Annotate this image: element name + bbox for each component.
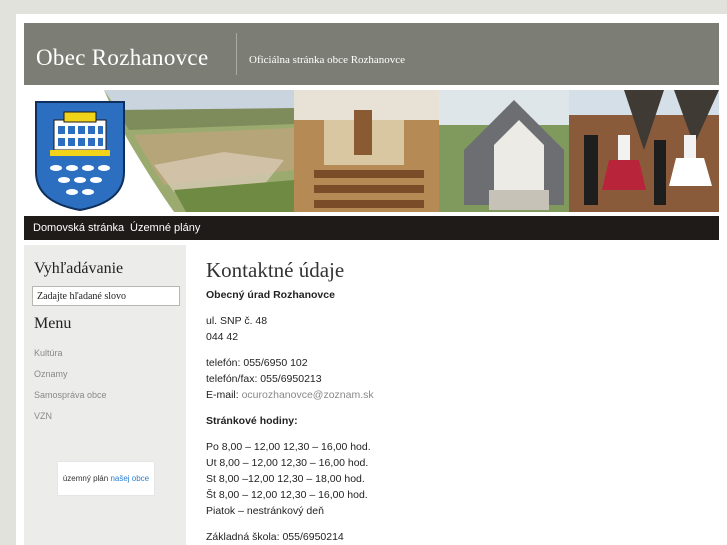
hours-thursday: Št 8,00 – 12,00 12,30 – 16,00 hod. [206,489,368,501]
office-hours-heading: Stránkové hodiny: [206,415,298,427]
address-zip: 044 42 [206,331,239,343]
land-plan-banner-text: územný plán [62,474,109,483]
page-title: Kontaktné údaje [206,258,345,282]
header-banner [24,90,719,212]
sidebar: Vyhľadávanie Menu Kultúra Oznamy Samospr… [24,245,186,545]
header-divider [236,33,237,75]
menu-item-municipal-government[interactable]: Samospráva obce [34,390,107,400]
email-line: E-mail: ocurozhanovce@zoznam.sk [206,389,374,401]
address-street: ul. SNP č. 48 [206,315,268,327]
site-subtitle: Oficiálna stránka obce Rozhanovce [249,54,406,66]
land-plan-banner[interactable]: územný plán našej obce [57,461,155,496]
hours-wednesday: St 8,00 –12,00 12,30 – 18,00 hod. [206,473,365,485]
coat-of-arms-icon [35,101,125,212]
phone-fax: telefón/fax: 055/6950213 [206,373,322,385]
hours-friday: Piatok – nestránkový deň [206,505,324,517]
banner-image [24,90,719,212]
phone: telefón: 055/6950 102 [206,357,308,369]
menu-item-regulations[interactable]: VZN [34,411,52,421]
site-header: Obec Rozhanovce Oficiálna stránka obce R… [24,23,719,85]
email-label: E-mail: [206,389,242,401]
menu-item-announcements[interactable]: Oznamy [34,369,68,379]
nav-item-land-plans[interactable]: Územné plány [130,222,200,234]
site-title[interactable]: Obec Rozhanovce [36,45,208,71]
email-link[interactable]: ocurozhanovce@zoznam.sk [242,389,374,401]
school-phone: Základná škola: 055/6950214 [206,531,344,543]
office-name: Obecný úrad Rozhanovce [206,289,335,301]
search-input[interactable] [32,286,180,306]
land-plan-banner-accent: našej obce [110,474,150,483]
menu-heading: Menu [34,315,72,332]
hours-monday: Po 8,00 – 12,00 12,30 – 16,00 hod. [206,441,371,453]
hours-tuesday: Ut 8,00 – 12,00 12,30 – 16,00 hod. [206,457,369,469]
main-navigation: Domovská stránka Územné plány [24,216,719,240]
nav-item-home[interactable]: Domovská stránka [33,222,124,234]
page-container: Obec Rozhanovce Oficiálna stránka obce R… [16,14,727,545]
search-heading: Vyhľadávanie [34,260,124,277]
menu-item-culture[interactable]: Kultúra [34,348,63,358]
